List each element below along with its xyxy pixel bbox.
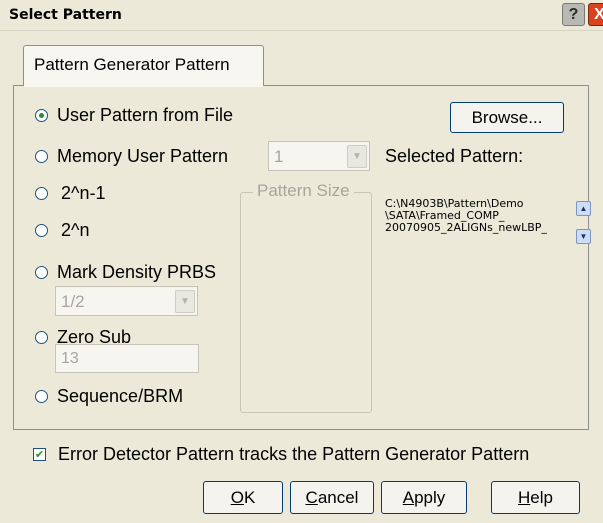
radio-selected-icon — [35, 109, 48, 122]
scroll-down-icon[interactable]: ▼ — [576, 229, 591, 244]
radio-icon — [35, 266, 48, 279]
selected-pattern-path-line: 20070905_2ALIGNs_newLBP_ — [385, 221, 547, 234]
apply-button[interactable]: Apply — [381, 481, 467, 514]
radio-icon — [35, 224, 48, 237]
radio-2n[interactable]: 2^n — [35, 220, 89, 241]
ok-button[interactable]: OK — [203, 481, 283, 514]
pattern-size-group — [240, 192, 372, 413]
scroll-up-icon[interactable]: ▲ — [576, 201, 591, 216]
memory-user-pattern-select[interactable]: 1 ▼ — [268, 141, 370, 171]
radio-memory-user-pattern[interactable]: Memory User Pattern — [35, 146, 228, 167]
radio-2n-minus-1[interactable]: 2^n-1 — [35, 183, 105, 204]
browse-button[interactable]: Browse... — [450, 102, 564, 133]
radio-icon — [35, 390, 48, 403]
radio-icon — [35, 187, 48, 200]
radio-icon — [35, 331, 48, 344]
help-icon[interactable]: ? — [562, 3, 585, 26]
pattern-size-label: Pattern Size — [253, 181, 354, 201]
chevron-down-icon: ▼ — [175, 290, 195, 313]
help-button[interactable]: Help — [491, 481, 580, 514]
close-icon[interactable]: X — [588, 3, 603, 26]
radio-user-pattern-from-file[interactable]: User Pattern from File — [35, 105, 233, 126]
check-icon: ✔ — [33, 448, 46, 461]
radio-sequence-brm[interactable]: Sequence/BRM — [35, 386, 183, 407]
selected-pattern-label: Selected Pattern: — [385, 146, 524, 166]
radio-mark-density-prbs[interactable]: Mark Density PRBS — [35, 262, 216, 283]
mark-density-select[interactable]: 1/2 ▼ — [55, 286, 198, 316]
cancel-button[interactable]: Cancel — [290, 481, 374, 514]
error-detector-tracks-checkbox[interactable]: ✔ Error Detector Pattern tracks the Patt… — [33, 444, 529, 465]
dialog-title: Select Pattern — [9, 7, 122, 23]
tab-pattern-generator-pattern[interactable]: Pattern Generator Pattern — [23, 45, 264, 86]
title-bar[interactable]: Select Pattern ? X — [0, 0, 603, 31]
zero-sub-field[interactable]: 13 — [55, 344, 199, 373]
radio-icon — [35, 150, 48, 163]
select-pattern-dialog: Select Pattern ? X Pattern Generator Pat… — [0, 0, 603, 523]
chevron-down-icon: ▼ — [347, 145, 367, 168]
